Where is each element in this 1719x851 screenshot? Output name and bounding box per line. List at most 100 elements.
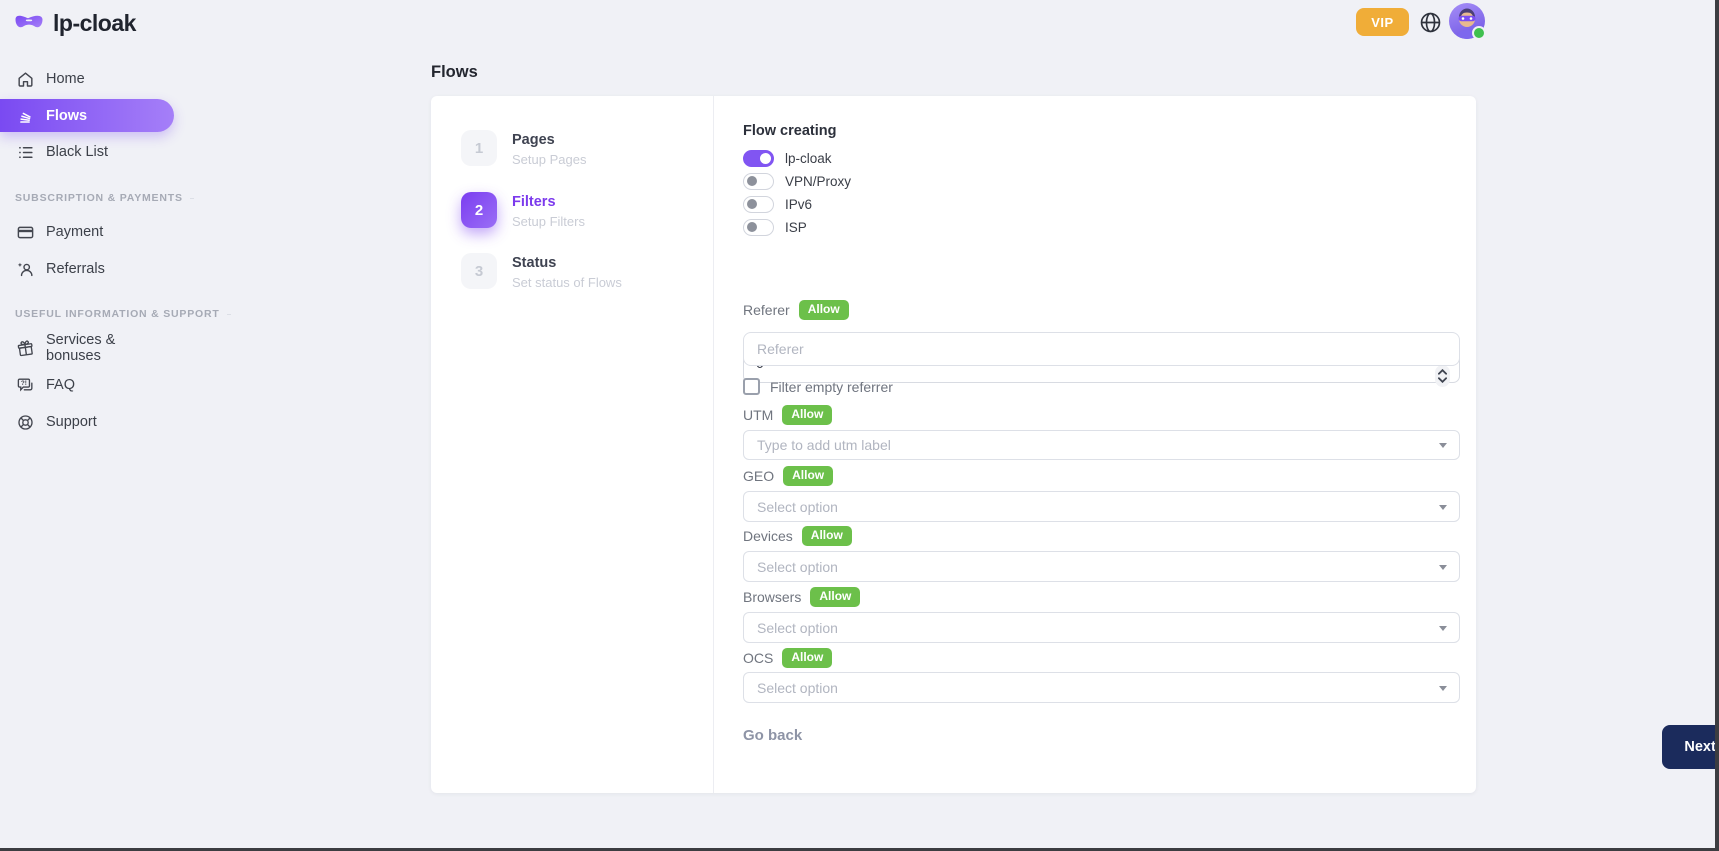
devices-allow-badge[interactable]: Allow (802, 526, 852, 545)
sidebar-item-referrals[interactable]: Referrals (0, 254, 174, 284)
sidebar-item-services-bonuses[interactable]: Services & bonuses (0, 333, 174, 363)
flow-creating-form: Flow creating lp-cloak VPN/Proxy IPv6 IS… (743, 96, 1460, 793)
section-divider-line (190, 198, 194, 199)
step-number: 3 (461, 253, 497, 289)
brand-name: lp-cloak (53, 10, 136, 37)
sidebar-item-label: Support (46, 414, 97, 430)
step-title: Filters (512, 192, 585, 210)
ocs-allow-badge[interactable]: Allow (782, 648, 832, 667)
next-step-button[interactable]: Next step (1662, 725, 1719, 769)
lp-cloak-toggle[interactable] (743, 150, 774, 167)
svg-text:?!: ?! (20, 380, 26, 387)
ocs-select[interactable] (743, 672, 1460, 703)
filter-empty-referrer-checkbox[interactable] (743, 378, 760, 395)
browsers-allow-badge[interactable]: Allow (810, 587, 860, 606)
geo-label-row: GEO Allow (743, 466, 833, 486)
online-status-dot (1472, 26, 1486, 40)
browsers-label: Browsers (743, 589, 801, 605)
faq-icon: ?! (15, 375, 35, 395)
sidebar-item-label: Home (46, 71, 85, 87)
sidebar-item-label: Flows (46, 108, 87, 124)
sidebar-item-support[interactable]: Support (0, 407, 174, 437)
utm-allow-badge[interactable]: Allow (782, 405, 832, 424)
ocs-label: OCS (743, 650, 773, 666)
ocs-label-row: OCS Allow (743, 648, 832, 668)
step-subtitle: Set status of Flows (512, 275, 622, 290)
referer-label: Referer (743, 302, 790, 318)
sidebar-item-home[interactable]: Home (0, 64, 174, 94)
chevron-down-icon (1439, 505, 1447, 510)
geo-input[interactable] (743, 491, 1460, 522)
toggle-row-ipv6: IPv6 (743, 195, 812, 213)
utm-select[interactable] (743, 430, 1460, 460)
flows-icon (15, 106, 35, 126)
utm-input[interactable] (743, 430, 1460, 460)
toggle-label: VPN/Proxy (785, 174, 851, 189)
sidebar-item-label: FAQ (46, 377, 75, 393)
toggle-label: IPv6 (785, 197, 812, 212)
window-right-edge (1715, 0, 1719, 851)
devices-select[interactable] (743, 551, 1460, 582)
go-back-link[interactable]: Go back (743, 727, 802, 744)
toggle-row-vpn-proxy: VPN/Proxy (743, 172, 851, 190)
ocs-input[interactable] (743, 672, 1460, 703)
browsers-select[interactable] (743, 612, 1460, 643)
step-subtitle: Setup Filters (512, 214, 585, 229)
sidebar-item-label: Services & bonuses (46, 332, 174, 364)
geo-allow-badge[interactable]: Allow (783, 466, 833, 485)
section-divider-line (227, 314, 231, 315)
chevron-down-icon (1439, 443, 1447, 448)
chevron-down-icon (1439, 565, 1447, 570)
language-globe-icon[interactable] (1418, 10, 1443, 35)
browsers-input[interactable] (743, 612, 1460, 643)
stepper: 1 Pages Setup Pages 2 Filters Setup Filt… (431, 96, 714, 793)
ipv6-toggle[interactable] (743, 196, 774, 213)
page-title: Flows (431, 63, 478, 82)
referer-allow-badge[interactable]: Allow (799, 300, 849, 319)
step-status[interactable]: 3 Status Set status of Flows (461, 253, 622, 290)
gift-icon (15, 338, 35, 358)
toggle-row-lp-cloak: lp-cloak (743, 149, 832, 167)
sidebar-section-subscription-payments: SUBSCRIPTION & PAYMENTS (15, 192, 167, 204)
chevron-down-icon (1439, 686, 1447, 691)
utm-label-row: UTM Allow (743, 405, 832, 425)
step-pages[interactable]: 1 Pages Setup Pages (461, 130, 586, 167)
step-filters[interactable]: 2 Filters Setup Filters (461, 192, 585, 229)
user-avatar[interactable] (1449, 3, 1485, 39)
sidebar-item-black-list[interactable]: Black List (0, 137, 174, 167)
filter-empty-referrer-row[interactable]: Filter empty referrer (743, 378, 893, 395)
isp-toggle[interactable] (743, 219, 774, 236)
referer-label-row: Referer Allow (743, 300, 849, 320)
referer-input[interactable] (743, 332, 1460, 366)
step-title: Pages (512, 130, 586, 148)
step-number: 1 (461, 130, 497, 166)
app-window: lp-cloak Home Flows Black List SUBSCRIP (0, 0, 1719, 851)
sidebar-item-label: Payment (46, 224, 103, 240)
devices-label-row: Devices Allow (743, 526, 852, 546)
toggle-label: ISP (785, 220, 807, 235)
chevron-down-icon (1439, 626, 1447, 631)
geo-label: GEO (743, 468, 774, 484)
checkbox-label: Filter empty referrer (770, 379, 893, 395)
payment-icon (15, 222, 35, 242)
form-title: Flow creating (743, 123, 836, 139)
utm-label: UTM (743, 407, 773, 423)
number-stepper-icon[interactable] (1435, 365, 1450, 387)
devices-label: Devices (743, 528, 793, 544)
vpn-proxy-toggle[interactable] (743, 173, 774, 190)
sidebar-item-label: Referrals (46, 261, 105, 277)
geo-select[interactable] (743, 491, 1460, 522)
mask-logo-icon (14, 13, 44, 35)
step-title: Status (512, 253, 622, 271)
brand[interactable]: lp-cloak (14, 10, 136, 37)
step-number: 2 (461, 192, 497, 228)
flow-card: 1 Pages Setup Pages 2 Filters Setup Filt… (431, 96, 1476, 793)
sidebar-item-flows[interactable]: Flows (0, 99, 174, 132)
sidebar-item-payment[interactable]: Payment (0, 217, 174, 247)
sidebar-item-faq[interactable]: ?! FAQ (0, 370, 174, 400)
devices-input[interactable] (743, 551, 1460, 582)
sidebar-section-useful-support: USEFUL INFORMATION & SUPPORT (15, 308, 167, 320)
vip-button[interactable]: VIP (1356, 8, 1409, 36)
sidebar-item-label: Black List (46, 144, 108, 160)
toggle-label: lp-cloak (785, 151, 832, 166)
